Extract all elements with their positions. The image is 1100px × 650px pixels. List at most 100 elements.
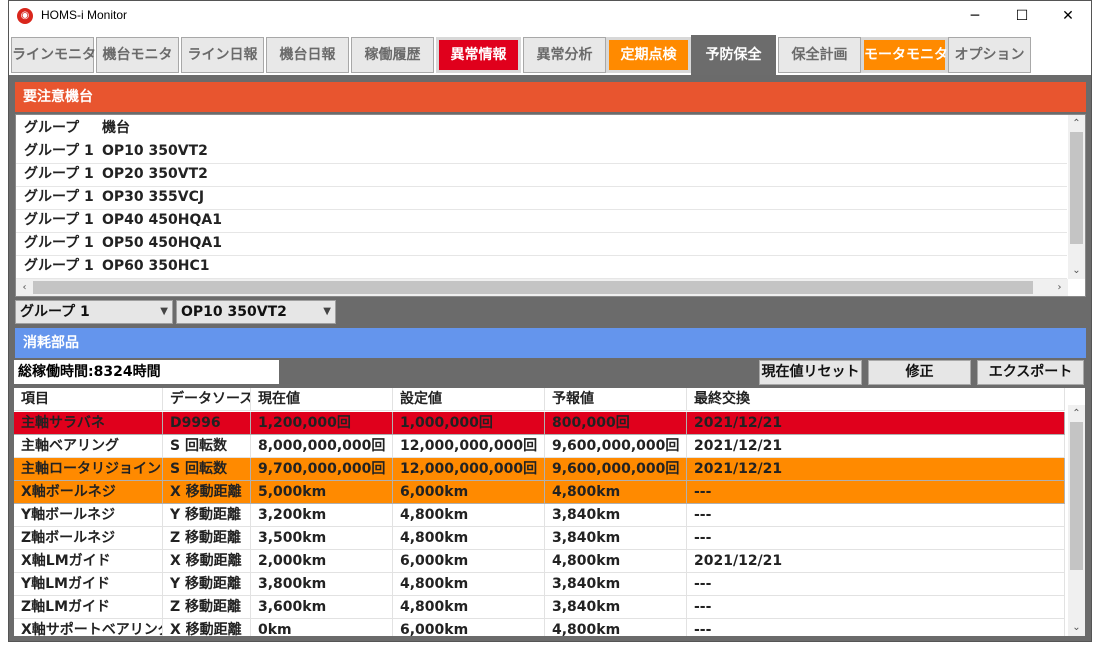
consumables-table: 項目 データソース 現在値 設定値 予報値 最終交換 主軸サラバネ D9996 …	[14, 388, 1085, 636]
source-cell: X 移動距離	[163, 481, 251, 504]
tab-operation-history[interactable]: 稼働履歴	[351, 37, 434, 73]
tab-maintenance-plan[interactable]: 保全計画	[778, 37, 861, 73]
group-select[interactable]: グループ 1 ▼	[15, 300, 173, 324]
source-cell: S 回転数	[163, 458, 251, 481]
forecast-cell: 800,000回	[545, 412, 687, 435]
source-cell: Z 移動距離	[163, 596, 251, 619]
scroll-down-icon[interactable]: ⌄	[1068, 619, 1085, 636]
machine-cell: OP50 450HQA1	[102, 235, 222, 251]
item-cell: 主軸ベアリング	[14, 435, 163, 458]
setting-cell: 1,000,000回	[393, 412, 545, 435]
tab-line-monitor[interactable]: ラインモニタ	[11, 37, 96, 73]
tab-alarm-analysis[interactable]: 異常分析	[523, 37, 606, 73]
close-button[interactable]: ✕	[1045, 1, 1091, 32]
current-cell: 3,500km	[251, 527, 393, 550]
list-item[interactable]: グループ 1 OP30 355VCJ	[16, 186, 1067, 210]
tab-motor-monitor[interactable]: モータモニタ	[861, 37, 948, 73]
machine-select[interactable]: OP10 350VT2 ▼	[176, 300, 336, 324]
table-row[interactable]: 主軸ロータリジョイント S 回転数 9,700,000,000回 12,000,…	[14, 458, 1065, 481]
horizontal-scrollbar[interactable]: ‹ ›	[16, 279, 1068, 296]
setting-cell: 6,000km	[393, 481, 545, 504]
setting-cell: 6,000km	[393, 619, 545, 636]
title-bar: ◉ HOMS-i Monitor ─ ☐ ✕	[9, 1, 1091, 32]
current-cell: 1,200,000回	[251, 412, 393, 435]
table-row[interactable]: X軸ボールネジ X 移動距離 5,000km 6,000km 4,800km -…	[14, 481, 1065, 504]
last-replaced-cell: ---	[687, 573, 1065, 596]
scrollbar-thumb[interactable]	[1070, 422, 1083, 570]
list-item[interactable]: グループ 1 OP20 350VT2	[16, 163, 1067, 187]
list-item[interactable]: グループ 1 OP10 350VT2	[16, 140, 1067, 164]
setting-cell: 4,800km	[393, 596, 545, 619]
list-item[interactable]: グループ 1 OP40 450HQA1	[16, 209, 1067, 233]
group-cell: グループ 1	[24, 212, 94, 228]
machine-cell: OP40 450HQA1	[102, 212, 222, 228]
last-replaced-cell: ---	[687, 504, 1065, 527]
attention-header: 要注意機台	[15, 82, 1086, 112]
scroll-right-icon[interactable]: ›	[1051, 279, 1068, 296]
tab-line-daily-report[interactable]: ライン日報	[181, 37, 264, 73]
setting-cell: 4,800km	[393, 527, 545, 550]
forecast-cell: 3,840km	[545, 573, 687, 596]
tab-machine-monitor[interactable]: 機台モニタ	[96, 37, 179, 73]
total-operating-time: 総稼働時間:8324時間	[14, 360, 279, 384]
current-cell: 2,000km	[251, 550, 393, 573]
table-row[interactable]: Y軸ボールネジ Y 移動距離 3,200km 4,800km 3,840km -…	[14, 504, 1065, 527]
vertical-scrollbar[interactable]: ⌃ ⌄	[1068, 405, 1085, 636]
item-cell: 主軸ロータリジョイント	[14, 458, 163, 481]
source-cell: S 回転数	[163, 435, 251, 458]
current-cell: 3,600km	[251, 596, 393, 619]
maximize-button[interactable]: ☐	[999, 1, 1045, 32]
table-row[interactable]: 主軸サラバネ D9996 1,200,000回 1,000,000回 800,0…	[14, 412, 1065, 435]
chevron-down-icon: ▼	[323, 306, 331, 317]
current-cell: 3,800km	[251, 573, 393, 596]
last-replaced-cell: 2021/12/21	[687, 458, 1065, 481]
column-header-item: 項目	[14, 388, 163, 411]
minimize-button[interactable]: ─	[952, 1, 998, 32]
edit-button[interactable]: 修正	[868, 360, 971, 385]
table-row[interactable]: Z軸LMガイド Z 移動距離 3,600km 4,800km 3,840km -…	[14, 596, 1065, 619]
tab-preventive-maintenance[interactable]: 予防保全	[691, 35, 776, 75]
scroll-up-icon[interactable]: ⌃	[1068, 405, 1085, 422]
export-button[interactable]: エクスポート	[977, 360, 1084, 385]
current-cell: 9,700,000,000回	[251, 458, 393, 481]
group-cell: グループ 1	[24, 258, 94, 274]
group-cell: グループ 1	[24, 143, 94, 159]
setting-cell: 4,800km	[393, 504, 545, 527]
table-row[interactable]: Z軸ボールネジ Z 移動距離 3,500km 4,800km 3,840km -…	[14, 527, 1065, 550]
scroll-left-icon[interactable]: ‹	[16, 279, 33, 296]
last-replaced-cell: ---	[687, 619, 1065, 636]
list-item[interactable]: グループ 1 OP50 450HQA1	[16, 232, 1067, 256]
scroll-down-icon[interactable]: ⌄	[1068, 262, 1085, 279]
item-cell: 主軸サラバネ	[14, 412, 163, 435]
vertical-scrollbar[interactable]: ⌃ ⌄	[1068, 115, 1085, 279]
item-cell: X軸ボールネジ	[14, 481, 163, 504]
setting-cell: 12,000,000,000回	[393, 458, 545, 481]
last-replaced-cell: 2021/12/21	[687, 435, 1065, 458]
last-replaced-cell: ---	[687, 527, 1065, 550]
group-cell: グループ 1	[24, 189, 94, 205]
column-header-current: 現在値	[251, 388, 393, 411]
source-cell: D9996	[163, 412, 251, 435]
tab-machine-daily-report[interactable]: 機台日報	[266, 37, 349, 73]
tab-periodic-inspection[interactable]: 定期点検	[606, 37, 691, 73]
last-replaced-cell: 2021/12/21	[687, 550, 1065, 573]
current-cell: 0km	[251, 619, 393, 636]
scrollbar-thumb[interactable]	[1070, 132, 1083, 244]
tab-alarm-info[interactable]: 異常情報	[436, 37, 521, 73]
setting-cell: 6,000km	[393, 550, 545, 573]
table-row[interactable]: X軸サポートベアリング X 移動距離 0km 6,000km 4,800km -…	[14, 619, 1065, 636]
table-row[interactable]: X軸LMガイド X 移動距離 2,000km 6,000km 4,800km 2…	[14, 550, 1065, 573]
forecast-cell: 3,840km	[545, 596, 687, 619]
scroll-up-icon[interactable]: ⌃	[1068, 115, 1085, 132]
column-header-forecast: 予報値	[545, 388, 687, 411]
scrollbar-thumb[interactable]	[33, 281, 1033, 294]
machine-cell: OP10 350VT2	[102, 143, 208, 159]
machine-cell: OP20 350VT2	[102, 166, 208, 182]
tab-options[interactable]: オプション	[948, 37, 1031, 73]
table-row[interactable]: 主軸ベアリング S 回転数 8,000,000,000回 12,000,000,…	[14, 435, 1065, 458]
reset-current-value-button[interactable]: 現在値リセット	[759, 360, 862, 385]
column-header-last-replaced: 最終交換	[687, 388, 1065, 411]
table-row[interactable]: Y軸LMガイド Y 移動距離 3,800km 4,800km 3,840km -…	[14, 573, 1065, 596]
list-item[interactable]: グループ 1 OP60 350HC1	[16, 255, 1067, 279]
table-header: 項目 データソース 現在値 設定値 予報値 最終交換	[14, 388, 1065, 411]
